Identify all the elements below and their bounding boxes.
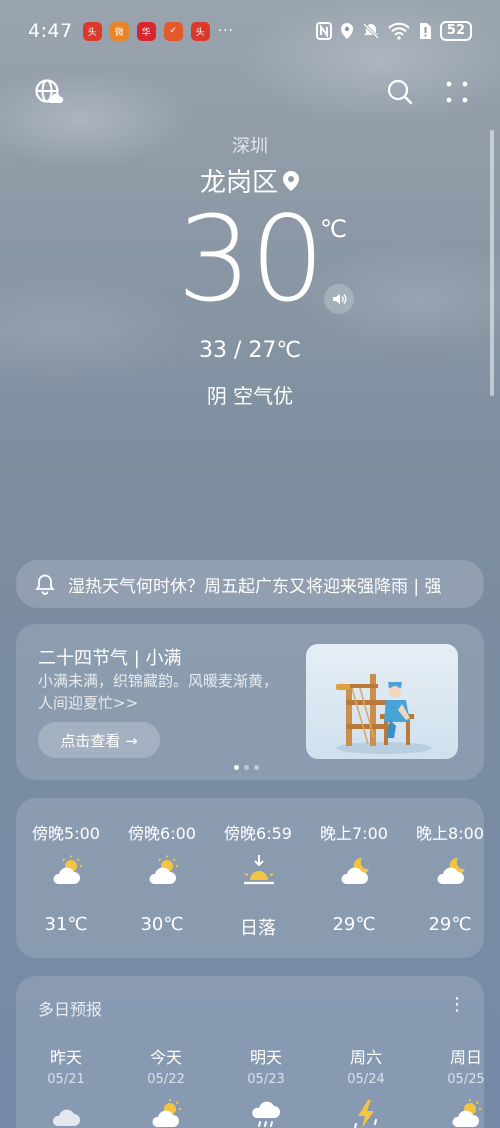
news-app-icon: 头 [190, 21, 210, 41]
partly-cloudy-moon-icon [341, 857, 369, 884]
more-notifications-icon: ··· [217, 23, 235, 39]
forecast-more-button[interactable]: ⋮ [448, 994, 466, 1015]
globe-cloud-icon [35, 79, 64, 103]
location-icon [340, 23, 353, 39]
weibo-icon: 微 [109, 21, 129, 41]
pager-dot [234, 765, 239, 770]
thunder-icon [354, 1100, 377, 1128]
pager-dot [244, 765, 249, 770]
forecast-date: 05/21 [47, 1072, 85, 1087]
status-bar: 4:47 头 微 华 ✓ 头 ··· 52 [0, 0, 500, 62]
hourly-time: 晚上7:00 [320, 824, 388, 843]
forecast-date: 05/22 [147, 1072, 185, 1087]
notification-icons: 头 微 华 ✓ 头 [82, 21, 210, 41]
temperature-unit: ℃ [320, 215, 347, 243]
solar-term-title: 二十四节气 | 小满 [38, 648, 182, 669]
rain-cloud-icon [252, 1101, 280, 1127]
hourly-time: 傍晚6:59 [224, 824, 292, 843]
partly-cloudy-sun-icon [53, 855, 82, 884]
hourly-temp: 日落 [240, 918, 276, 939]
forecast-date: 05/23 [247, 1072, 285, 1087]
forecast-day-label: 今天 [149, 1048, 182, 1067]
pager-dot [254, 765, 259, 770]
partly-cloudy-sun-icon [152, 1099, 181, 1127]
search-icon [387, 79, 413, 105]
alert-text: 湿热天气何时休？周五起广东又将迎来强降雨 | 强 [68, 576, 442, 597]
card-pager [234, 765, 259, 770]
battery-indicator: 52 [439, 21, 472, 41]
city-name: 深圳 [232, 136, 268, 157]
view-details-button[interactable]: 点击查看 → [38, 722, 160, 758]
voice-broadcast-button[interactable] [324, 284, 354, 314]
mute-bell-icon [362, 22, 379, 40]
forecast-title: 多日预报 [38, 1000, 103, 1019]
status-time: 4:47 [28, 20, 73, 42]
huawei-app-icon: 华 [136, 21, 156, 41]
forecast-day-label: 明天 [249, 1048, 282, 1067]
hourly-forecast-card[interactable]: 傍晚5:00 31℃ 傍晚6:00 30℃ 傍晚6:59 日落 晚上7:00 2… [16, 798, 484, 958]
forecast-day-label: 周六 [349, 1048, 382, 1067]
delivery-app-icon: ✓ [163, 21, 183, 41]
search-button[interactable] [386, 78, 416, 108]
hourly-temp: 31℃ [44, 914, 88, 935]
hourly-temp: 29℃ [428, 914, 472, 935]
city-manage-button[interactable] [34, 78, 64, 108]
hourly-time: 晚上8:00 [416, 824, 484, 843]
solar-term-card[interactable]: 二十四节气 | 小满 小满未满，织锦藏韵。风暖麦渐黄，人间迎夏忙>> 点击查看 … [16, 624, 484, 780]
sim-alert-icon [419, 23, 431, 39]
sunset-icon [244, 855, 274, 885]
hourly-temp: 29℃ [332, 914, 376, 935]
cloud-icon [52, 1109, 80, 1126]
partly-cloudy-moon-icon [437, 857, 465, 884]
multi-day-forecast-card[interactable]: 多日预报 ⋮ 昨天 05/21 今天 05/22 明天 05/23 周六 05/… [16, 976, 484, 1128]
partly-cloudy-sun-icon [149, 855, 178, 884]
bell-icon [35, 574, 55, 595]
nfc-icon [315, 22, 332, 40]
forecast-day-label: 周日 [449, 1048, 482, 1067]
news-alert-bar[interactable]: 湿热天气何时休？周五起广东又将迎来强降雨 | 强 [16, 560, 484, 608]
wifi-icon [388, 22, 410, 40]
more-dots-icon [446, 81, 468, 103]
menu-button[interactable] [444, 78, 474, 108]
scrollbar[interactable] [490, 130, 494, 396]
forecast-date: 05/25 [447, 1072, 484, 1087]
temperature-range: 33 / 27℃ [198, 338, 302, 363]
weather-condition: 阴 空气优 [206, 384, 294, 408]
speaker-icon [333, 293, 347, 305]
solar-term-description: 小满未满，织锦藏韵。风暖麦渐黄，人间迎夏忙>> [38, 672, 279, 712]
forecast-date: 05/24 [347, 1072, 385, 1087]
hourly-temp: 30℃ [140, 914, 184, 935]
hourly-time: 傍晚5:00 [32, 824, 100, 843]
hourly-time: 傍晚6:00 [128, 824, 196, 843]
solar-term-illustration [306, 644, 458, 759]
forecast-day-label: 昨天 [49, 1048, 82, 1067]
current-temperature: 30 [176, 190, 325, 328]
partly-cloudy-sun-icon [452, 1099, 481, 1127]
news-app-icon: 头 [82, 21, 102, 41]
